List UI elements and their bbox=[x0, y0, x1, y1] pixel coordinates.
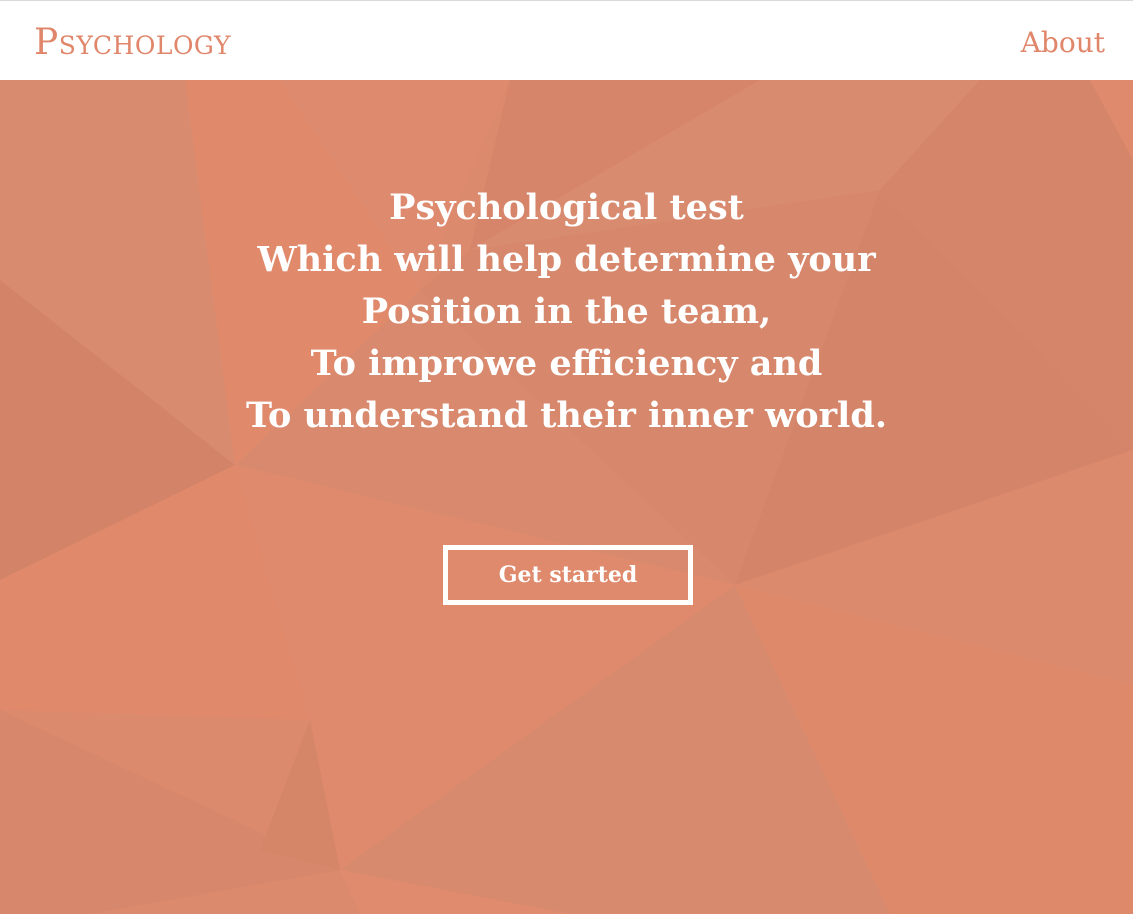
headline-line-2: Which will help determine your bbox=[257, 239, 876, 280]
hero-section: Psychological test Which will help deter… bbox=[0, 80, 1133, 914]
headline-line-4: To improwe efficiency and bbox=[310, 343, 823, 384]
headline-line-3: Position in the team, bbox=[361, 291, 772, 332]
nav-link-about[interactable]: About bbox=[1021, 23, 1105, 63]
page: Psychology About Psychological test Whic… bbox=[0, 0, 1133, 914]
top-navbar: Psychology About bbox=[0, 0, 1133, 80]
get-started-button[interactable]: Get started bbox=[443, 545, 693, 605]
headline-line-5: To understand their inner world. bbox=[245, 395, 888, 436]
headline-line-1: Psychological test bbox=[389, 187, 744, 228]
site-logo[interactable]: Psychology bbox=[34, 21, 231, 65]
hero-headline: Psychological test Which will help deter… bbox=[0, 182, 1133, 442]
